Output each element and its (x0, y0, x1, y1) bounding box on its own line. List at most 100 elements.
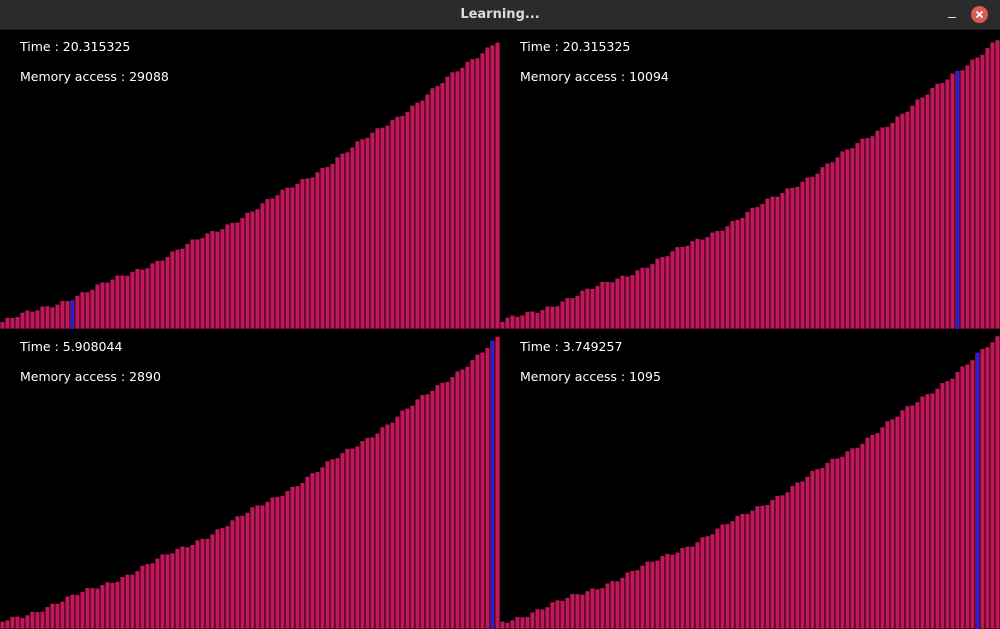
value-bar (559, 600, 566, 629)
value-bar (484, 46, 491, 329)
memory-access-label: Memory access : 29088 (20, 69, 169, 84)
value-bar (754, 206, 761, 329)
value-bar (744, 513, 751, 629)
value-bar (689, 545, 696, 629)
value-bar (619, 577, 626, 629)
value-bar (349, 146, 356, 329)
value-bar (389, 119, 396, 329)
value-bar (574, 295, 581, 329)
value-bar (794, 481, 801, 629)
value-bar (339, 452, 346, 629)
value-bar (529, 611, 536, 629)
value-bar (699, 536, 706, 629)
value-bar (239, 217, 246, 329)
value-bar (69, 593, 76, 629)
value-bar (204, 232, 211, 329)
value-bar (254, 208, 261, 329)
value-bar (39, 610, 46, 629)
value-bar (454, 370, 461, 629)
value-bar (554, 599, 561, 629)
value-bar (414, 101, 421, 329)
value-bar (224, 223, 231, 329)
value-bar (209, 533, 216, 629)
value-bar (289, 486, 296, 629)
value-bar (619, 274, 626, 329)
window-title: Learning... (460, 7, 540, 22)
sort-panel-top-right: Time : 20.315325 Memory access : 10094 (500, 29, 1000, 329)
value-bar (519, 314, 526, 329)
value-bar (379, 126, 386, 329)
value-bar (514, 616, 521, 629)
value-bar (484, 347, 491, 629)
value-bar (949, 377, 956, 629)
value-bar (254, 504, 261, 629)
value-bar (449, 71, 456, 329)
value-bar (309, 472, 316, 629)
value-bar (394, 415, 401, 629)
value-bar (734, 515, 741, 629)
value-bar (789, 485, 796, 629)
value-bar (114, 274, 121, 329)
value-bar (989, 341, 996, 629)
value-bar (309, 176, 316, 329)
value-bar (589, 587, 596, 629)
value-bar (189, 544, 196, 629)
value-bar (584, 590, 591, 629)
value-bar (894, 115, 901, 329)
value-bar (434, 85, 441, 329)
value-bar (699, 238, 706, 329)
value-bar (904, 405, 911, 629)
value-bar (649, 560, 656, 629)
value-bar (139, 268, 146, 329)
value-bar (804, 176, 811, 329)
value-bar (84, 587, 91, 629)
value-bar (109, 582, 116, 629)
value-bar (934, 83, 941, 329)
value-bar (144, 267, 151, 329)
value-bar (464, 366, 471, 629)
value-bar (564, 597, 571, 629)
value-bar (319, 167, 326, 329)
value-bar (409, 404, 416, 629)
value-bar (669, 250, 676, 329)
value-bar (34, 309, 41, 329)
value-bar (364, 137, 371, 329)
value-bar (29, 310, 36, 329)
value-bar (384, 124, 391, 329)
value-bar (14, 316, 21, 329)
value-bar (314, 171, 321, 329)
value-bar (169, 250, 176, 329)
value-bar (644, 560, 651, 629)
value-bar (59, 600, 66, 629)
value-bar (759, 504, 766, 629)
value-bar (834, 156, 841, 329)
value-bar (639, 564, 646, 629)
time-label: Time : 3.749257 (520, 339, 623, 354)
value-bar (604, 281, 611, 329)
value-bar (704, 236, 711, 329)
value-bar (44, 305, 51, 329)
value-bar (609, 281, 616, 329)
value-bar (549, 601, 556, 629)
value-bar (584, 287, 591, 329)
minimize-button[interactable] (944, 7, 960, 23)
close-button[interactable] (971, 6, 988, 23)
value-bar (419, 99, 426, 329)
value-bar (124, 274, 131, 329)
value-bar (839, 455, 846, 629)
value-bar (364, 437, 371, 629)
value-bar (754, 505, 761, 629)
value-bar (164, 256, 171, 329)
value-bar (374, 432, 381, 629)
value-bar (274, 496, 281, 629)
value-bar (394, 116, 401, 329)
value-bar (469, 58, 476, 329)
value-bar (694, 238, 701, 329)
value-bar (919, 96, 926, 329)
value-bar (404, 407, 411, 629)
value-bar (824, 462, 831, 629)
value-bar (419, 394, 426, 629)
value-bar (4, 619, 11, 629)
value-bar (839, 150, 846, 329)
value-bar (554, 305, 561, 329)
